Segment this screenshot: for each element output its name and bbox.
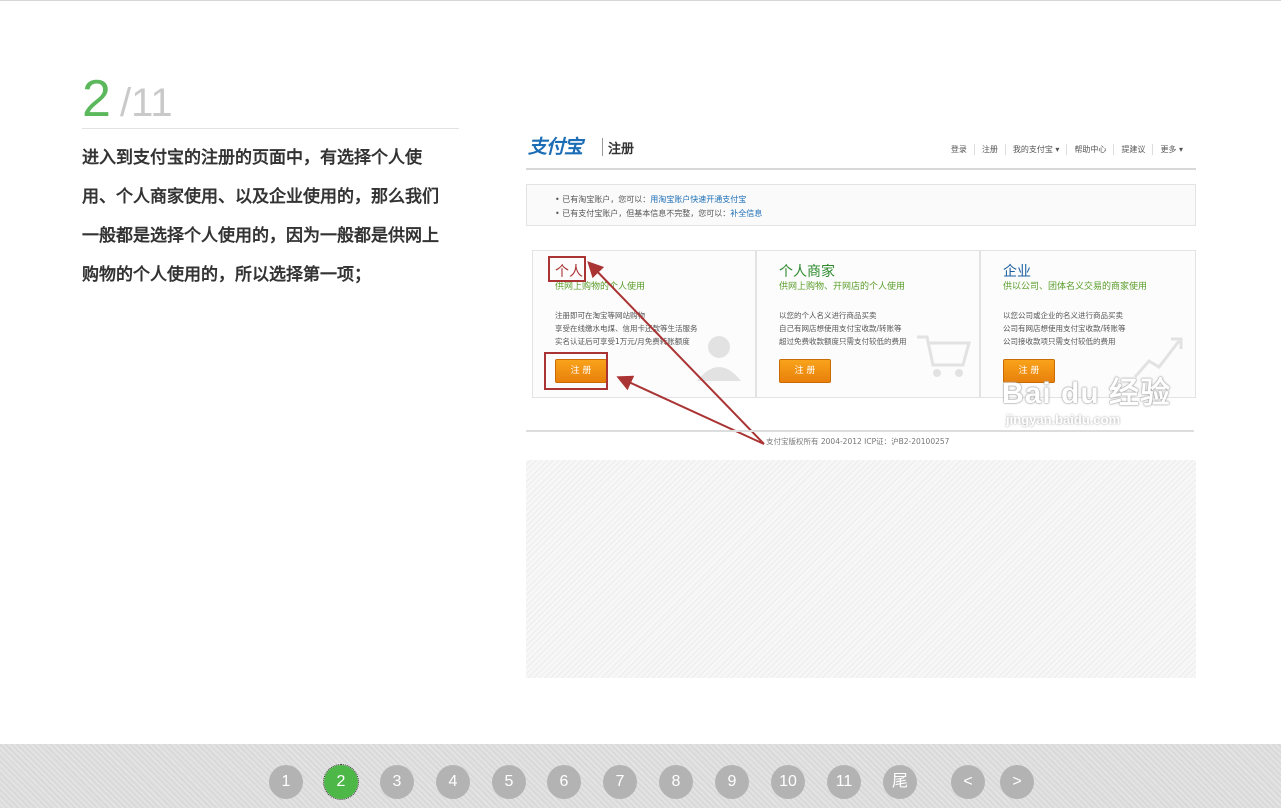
page-1[interactable]: 1 xyxy=(269,765,303,799)
page-6[interactable]: 6 xyxy=(547,765,581,799)
page-last[interactable]: 尾 xyxy=(883,765,917,799)
baidu-watermark-url: jingyan.baidu.com xyxy=(1006,412,1121,427)
page-7[interactable]: 7 xyxy=(603,765,637,799)
baidu-watermark: Bai du 经验 xyxy=(1002,377,1172,410)
step-header: 2 /11 xyxy=(82,70,459,129)
total-steps: /11 xyxy=(120,81,173,125)
next-page-button[interactable]: > xyxy=(1000,765,1034,799)
page-3[interactable]: 3 xyxy=(380,765,414,799)
prev-page-button[interactable]: < xyxy=(951,765,985,799)
copyright-text: 支付宝版权所有 2004-2012 ICP证：沪B2-20100257 xyxy=(766,437,950,446)
page-2[interactable]: 2 xyxy=(323,764,359,800)
page-9[interactable]: 9 xyxy=(715,765,749,799)
step-screenshot[interactable]: 支付宝 注册 登录 注册 我的支付宝 ▾ 帮助中心 提建议 更多 ▾ • 已有淘… xyxy=(526,128,1196,678)
step-description: 进入到支付宝的注册的页面中，有选择个人使用、个人商家使用、以及企业使用的，那么我… xyxy=(82,148,439,285)
page-5[interactable]: 5 xyxy=(492,765,526,799)
screenshot-footer-line xyxy=(526,430,1194,432)
pagination: 1 2 3 4 5 6 7 8 9 10 11 尾 < > xyxy=(0,764,1281,800)
screenshot-hatched-area xyxy=(526,460,1196,678)
page-11[interactable]: 11 xyxy=(827,765,861,799)
page-4[interactable]: 4 xyxy=(436,765,470,799)
page-8[interactable]: 8 xyxy=(659,765,693,799)
top-divider xyxy=(0,0,1281,1)
current-step-number: 2 xyxy=(82,70,111,128)
page-10[interactable]: 10 xyxy=(771,765,805,799)
